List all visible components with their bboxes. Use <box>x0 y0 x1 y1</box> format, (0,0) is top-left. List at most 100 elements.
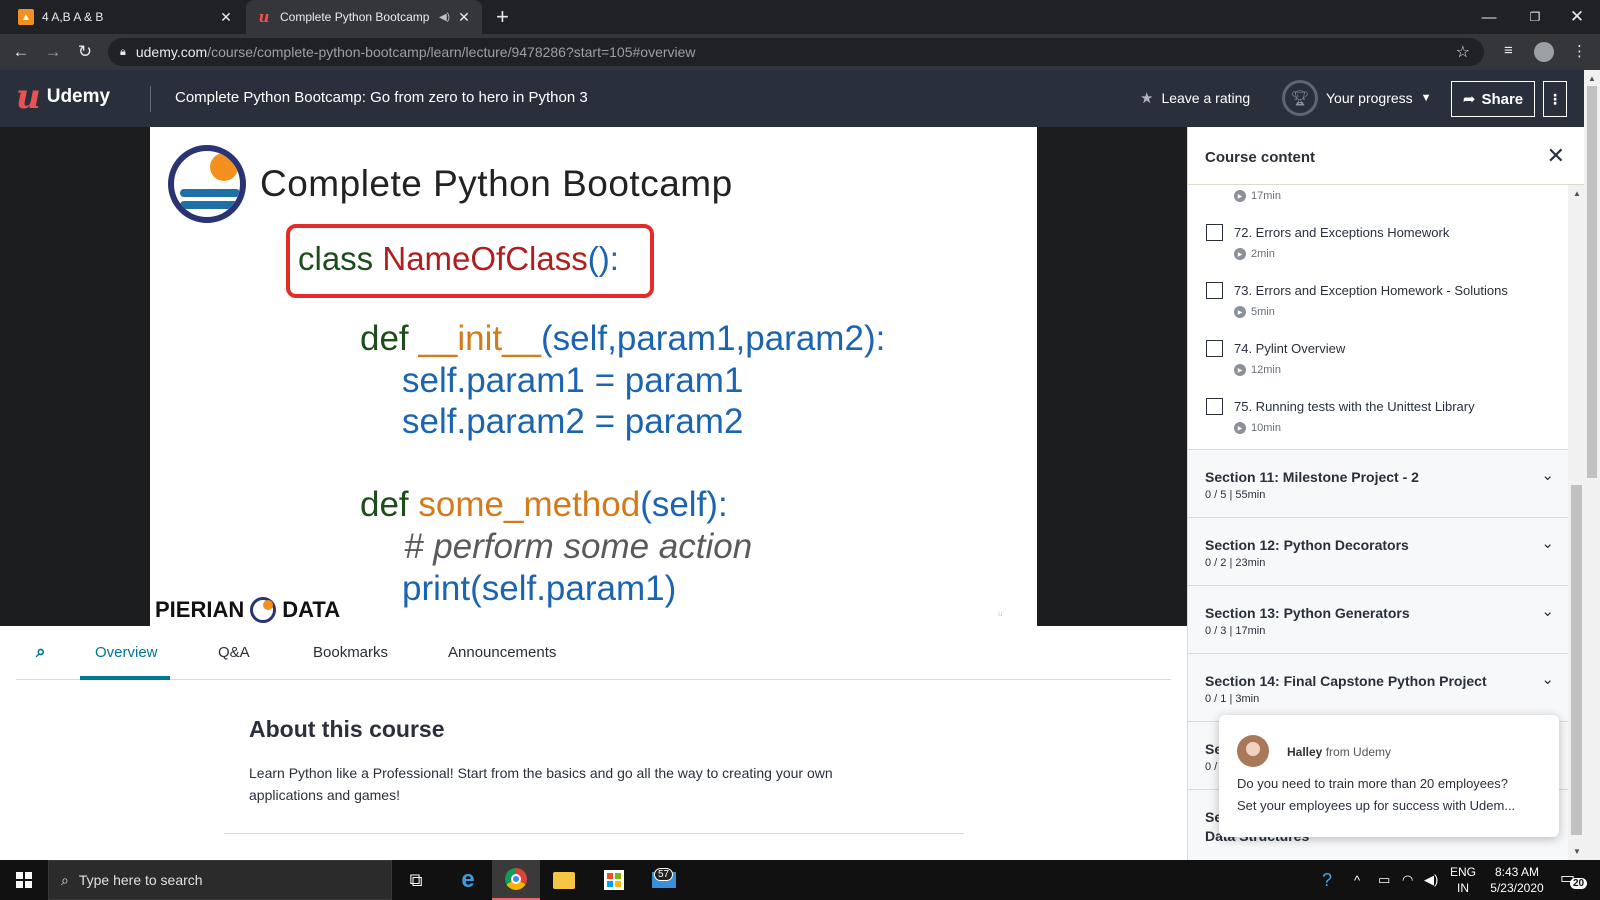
your-progress-button[interactable]: 🏆︎ Your progress ▼ <box>1282 80 1432 116</box>
profile-avatar[interactable] <box>1534 42 1554 62</box>
browser-tab-active[interactable]: u Complete Python Bootcamp ◀) ✕ <box>246 0 482 34</box>
chevron-down-icon[interactable]: ⌄ <box>1541 602 1554 620</box>
code-line-comment: # perform some action <box>404 527 753 566</box>
chat-message-line2: Set your employees up for success with U… <box>1237 798 1516 813</box>
tab-bookmarks[interactable]: Bookmarks <box>313 644 388 661</box>
reload-icon[interactable]: ↻ <box>72 40 98 64</box>
store-icon <box>604 870 624 890</box>
minimize-icon[interactable]: — <box>1466 0 1512 34</box>
leave-rating-button[interactable]: ★ Leave a rating <box>1140 89 1250 107</box>
media-control-icon[interactable]: ≡ <box>1504 42 1513 59</box>
chevron-down-icon[interactable]: ⌄ <box>1541 670 1554 688</box>
chrome-menu-icon[interactable]: ⋮ <box>1572 42 1587 60</box>
section-title: Section 11: Milestone Project - 2 <box>1205 469 1419 485</box>
chevron-down-icon[interactable]: ⌄ <box>1541 534 1554 552</box>
video-slide[interactable]: Complete Python Bootcamp class NameOfCla… <box>150 127 1037 626</box>
slide-title: Complete Python Bootcamp <box>260 163 733 204</box>
language-indicator[interactable]: ENG IN <box>1450 864 1476 896</box>
tab-announcements[interactable]: Announcements <box>448 644 556 661</box>
more-options-button[interactable]: ⋮ <box>1543 81 1567 117</box>
search-icon[interactable]: ⌕ <box>36 642 46 662</box>
header-divider <box>150 86 151 112</box>
sidebar-scrollbar[interactable]: ▲ ▼ <box>1568 185 1584 860</box>
star-icon: ★ <box>1140 90 1154 107</box>
show-hidden-icons-icon[interactable]: ^ <box>1354 860 1360 900</box>
browser-tab-inactive[interactable]: ▲ 4 A,B A & B ✕ <box>8 0 244 34</box>
chrome-taskbar-button[interactable] <box>492 860 540 900</box>
mail-button[interactable]: 57 <box>640 860 688 900</box>
restore-icon[interactable]: ❐ <box>1512 0 1558 34</box>
tab-qa[interactable]: Q&A <box>218 644 250 661</box>
udemy-u-icon: u <box>16 77 41 117</box>
section-header[interactable]: Section 13: Python Generators 0 / 3 | 17… <box>1188 585 1568 653</box>
chat-popup[interactable]: Halley from Udemy Do you need to train m… <box>1219 715 1559 837</box>
back-icon[interactable]: ← <box>8 40 34 64</box>
scroll-up-icon[interactable]: ▲ <box>1573 189 1581 198</box>
sender-name: Halley <box>1287 745 1323 759</box>
search-icon: ⌕ <box>61 871 69 888</box>
play-icon: ▶ <box>1234 364 1246 376</box>
help-icon[interactable]: ? <box>1322 860 1332 900</box>
taskbar-search[interactable]: ⌕ Type here to search <box>48 860 392 900</box>
notification-center-icon[interactable]: ▭ 20 <box>1560 868 1588 892</box>
method-args: (self): <box>640 485 728 524</box>
lecture-duration: ▶ 12min <box>1234 364 1281 376</box>
active-tab-indicator <box>80 676 170 680</box>
section-meta: 0 / 5 | 55min <box>1205 489 1266 501</box>
share-button[interactable]: ➦ Share <box>1451 81 1535 117</box>
section-header[interactable]: Section 12: Python Decorators 0 / 2 | 23… <box>1188 517 1568 585</box>
play-icon: ▶ <box>1234 190 1246 202</box>
chevron-down-icon[interactable]: ⌄ <box>1541 466 1554 484</box>
window-close-icon[interactable]: ✕ <box>1554 0 1600 34</box>
section-header[interactable]: Section 11: Milestone Project - 2 0 / 5 … <box>1188 449 1568 517</box>
pierian-data-logo: PIERIAN DATA <box>155 597 340 623</box>
lecture-duration: ▶ 2min <box>1234 248 1275 260</box>
page-scrollbar-thumb[interactable] <box>1587 86 1597 478</box>
lecture-title: 75. Running tests with the Unittest Libr… <box>1234 399 1475 414</box>
battery-icon[interactable]: ▭ <box>1378 860 1390 900</box>
course-title[interactable]: Complete Python Bootcamp: Go from zero t… <box>175 89 588 106</box>
chevron-down-icon: ▼ <box>1420 92 1432 104</box>
scroll-up-icon[interactable]: ▲ <box>1588 74 1596 83</box>
about-title: About this course <box>249 716 445 742</box>
new-tab-icon[interactable]: + <box>496 4 509 30</box>
start-button[interactable] <box>0 860 48 900</box>
slides-favicon-icon: ▲ <box>18 9 34 25</box>
file-explorer-button[interactable] <box>540 860 588 900</box>
section-header[interactable]: Section 14: Final Capstone Python Projec… <box>1188 653 1568 721</box>
speaker-icon[interactable]: ◀) <box>439 12 450 23</box>
address-bar[interactable]: 🔒︎ udemy.com/course/complete-python-boot… <box>108 38 1484 66</box>
page-scrollbar[interactable]: ▲ <box>1584 70 1600 860</box>
params: param1,param2 <box>616 319 864 358</box>
bookmark-star-icon[interactable]: ☆ <box>1456 42 1470 62</box>
brand-right: DATA <box>282 597 341 622</box>
region-code: IN <box>1457 881 1469 895</box>
lecture-checkbox[interactable] <box>1206 282 1223 299</box>
task-view-icon[interactable]: ⧉ <box>392 860 440 900</box>
chrome-icon <box>505 868 527 890</box>
code-line-param1: self.param1 = param1 <box>402 361 744 400</box>
share-label: Share <box>1481 90 1524 108</box>
divider <box>224 833 964 834</box>
tab-close-icon[interactable]: ✕ <box>218 9 234 26</box>
lecture-checkbox[interactable] <box>1206 340 1223 357</box>
udemy-watermark-icon: u <box>998 609 1003 618</box>
class-name: NameOfClass <box>382 240 588 277</box>
forward-icon[interactable]: → <box>40 40 66 64</box>
store-button[interactable] <box>590 860 638 900</box>
taskbar-clock[interactable]: 8:43 AM 5/23/2020 <box>1482 864 1552 896</box>
edge-icon[interactable]: e <box>444 860 492 900</box>
lecture-checkbox[interactable] <box>1206 224 1223 241</box>
tab-close-icon[interactable]: ✕ <box>456 9 472 26</box>
tab-overview[interactable]: Overview <box>95 644 158 661</box>
udemy-logo[interactable]: u Udemy <box>16 80 110 114</box>
volume-icon[interactable]: ◀) <box>1424 860 1438 900</box>
scroll-down-icon[interactable]: ▼ <box>1573 847 1581 856</box>
lecture-checkbox[interactable] <box>1206 398 1223 415</box>
close-sidebar-icon[interactable]: ✕ <box>1547 143 1565 169</box>
duration-text: 17min <box>1251 190 1281 202</box>
wifi-icon[interactable]: ◠ <box>1402 860 1413 900</box>
bootcamp-logo <box>168 145 246 223</box>
sidebar-scrollbar-thumb[interactable] <box>1571 485 1582 835</box>
about-text: Learn Python like a Professional! Start … <box>249 765 833 803</box>
